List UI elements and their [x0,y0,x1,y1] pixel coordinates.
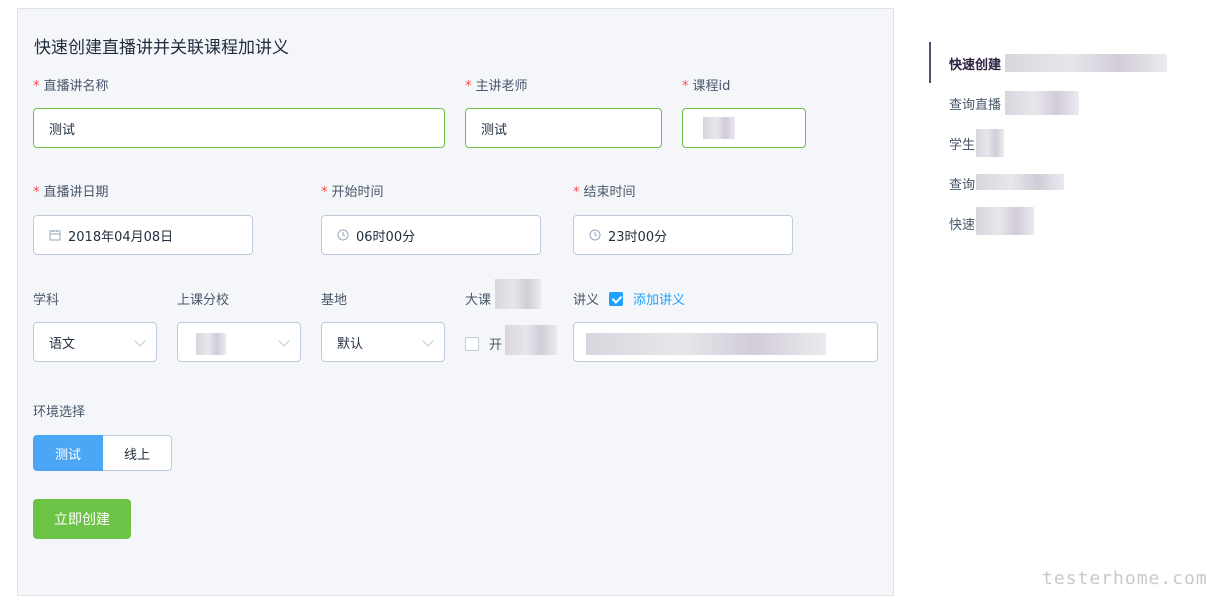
redacted-nav-4 [976,207,1034,235]
add-handout-checkbox[interactable] [609,291,624,306]
live-date-label: * 直播讲日期 [33,185,109,200]
handout-label-row: 讲义 添加讲义 [573,289,685,308]
calendar-icon [49,229,61,241]
handout-input[interactable] [573,322,878,362]
clock-icon [589,229,601,241]
checkbox[interactable] [465,336,479,351]
big-class-checkbox[interactable]: 开 [465,334,502,353]
redacted-handout [586,333,826,355]
nav-active-indicator [929,42,931,83]
redacted-course-id [703,117,735,139]
chevron-down-icon [134,335,146,347]
campus-select[interactable] [177,322,301,362]
nav-item-quick-create[interactable]: 快速创建 [949,54,1001,73]
live-name-label: * 直播讲名称 [33,79,109,94]
form-panel: 快速创建直播讲并关联课程加讲义 * 直播讲名称 测试 * 主讲老师 测试 * 课程id… [17,8,894,596]
env-option-test[interactable]: 测试 [33,435,103,471]
create-button[interactable]: 立即创建 [33,499,131,539]
start-time-picker[interactable]: 06时00分 [321,215,541,255]
redacted-campus [196,333,226,355]
env-option-online[interactable]: 线上 [103,435,172,471]
campus-label: 上课分校 [177,293,230,308]
redacted-nav-0 [1005,54,1167,72]
clock-icon [337,229,349,241]
watermark: testerhome.com [1042,568,1206,589]
page-title: 快速创建直播讲并关联课程加讲义 [34,38,289,58]
course-id-label: * 课程id [682,79,731,94]
redacted-nav-2 [976,129,1004,157]
add-handout-label[interactable]: 添加讲义 [633,289,685,308]
redacted-big-class-label [495,279,541,309]
redacted-nav-3 [976,174,1064,190]
base-select[interactable]: 默认 [321,322,445,362]
redacted-nav-1 [1005,91,1079,115]
subject-label: 学科 [33,293,60,308]
big-class-label: 大课 [465,293,492,308]
teacher-input[interactable]: 测试 [465,108,662,148]
nav-item-query-live[interactable]: 查询直播 [949,94,1001,113]
env-label: 环境选择 [33,405,86,420]
course-id-input[interactable] [682,108,806,148]
chevron-down-icon [422,335,434,347]
base-label: 基地 [321,293,348,308]
subject-select[interactable]: 语文 [33,322,157,362]
chevron-down-icon [278,335,290,347]
nav-item-query[interactable]: 查询 [949,174,975,193]
start-time-label: * 开始时间 [321,185,384,200]
nav-item-student[interactable]: 学生 [949,134,975,153]
teacher-label: * 主讲老师 [465,79,528,94]
live-date-picker[interactable]: 2018年04月08日 [33,215,253,255]
live-name-input[interactable]: 测试 [33,108,445,148]
redacted-big-class-option [505,325,557,355]
end-time-label: * 结束时间 [573,185,636,200]
nav-item-quick[interactable]: 快速 [949,214,975,233]
end-time-picker[interactable]: 23时00分 [573,215,793,255]
